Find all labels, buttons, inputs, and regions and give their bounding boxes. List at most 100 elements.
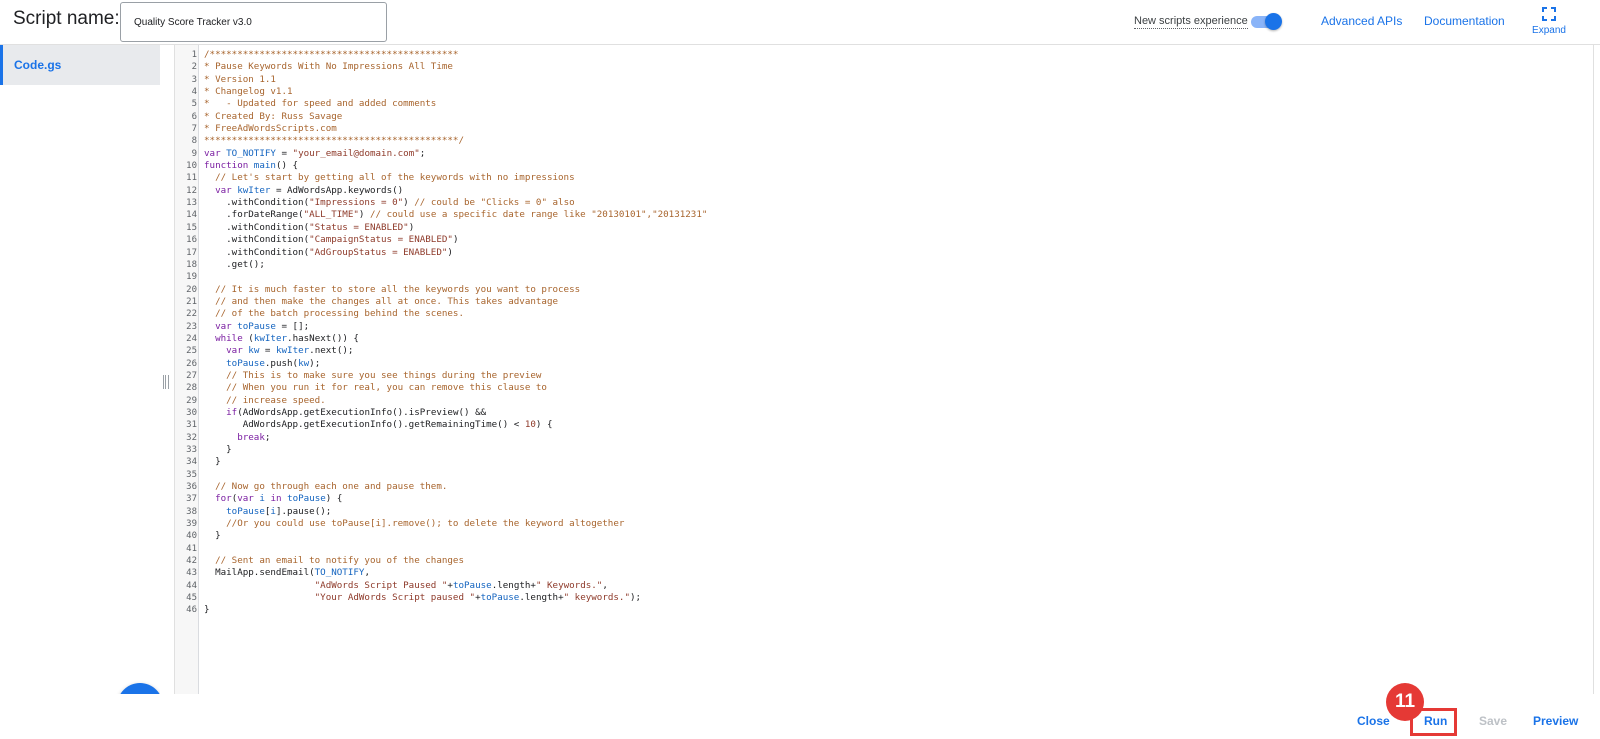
- code-line[interactable]: .withCondition("Status = ENABLED"): [204, 222, 707, 234]
- file-tab-code-gs[interactable]: Code.gs: [0, 45, 160, 85]
- code-token-comment: * Version 1.1: [204, 73, 276, 85]
- code-line[interactable]: .get();: [204, 259, 707, 271]
- code-token-plain: }: [204, 444, 232, 455]
- close-button[interactable]: Close: [1357, 714, 1390, 728]
- code-line[interactable]: [204, 469, 707, 481]
- line-number: 38: [186, 506, 197, 517]
- code-token-keyword: break: [237, 431, 265, 443]
- code-token-plain: .get();: [204, 258, 265, 270]
- panel-splitter[interactable]: [160, 45, 174, 694]
- code-line[interactable]: toPause[i].pause();: [204, 506, 707, 518]
- expand-button[interactable]: Expand: [1528, 7, 1570, 41]
- code-line[interactable]: * Created By: Russ Savage: [204, 111, 707, 123]
- code-line[interactable]: * Changelog v1.1: [204, 86, 707, 98]
- file-sidebar: Code.gs: [0, 45, 163, 729]
- code-line[interactable]: // Sent an email to notify you of the ch…: [204, 555, 707, 567]
- code-token-plain: }: [204, 456, 221, 468]
- code-token-var: toPause: [226, 357, 265, 369]
- code-line[interactable]: if(AdWordsApp.getExecutionInfo().isPrevi…: [204, 407, 707, 419]
- line-number: 19: [186, 272, 197, 283]
- code-line[interactable]: /***************************************…: [204, 49, 707, 61]
- code-line[interactable]: .withCondition("CampaignStatus = ENABLED…: [204, 234, 707, 246]
- line-number: 9: [191, 148, 197, 159]
- code-line[interactable]: // This is to make sure you see things d…: [204, 370, 707, 382]
- code-line[interactable]: // increase speed.: [204, 395, 707, 407]
- code-line[interactable]: toPause.push(kw);: [204, 358, 707, 370]
- code-line[interactable]: .withCondition("AdGroupStatus = ENABLED"…: [204, 247, 707, 259]
- code-line[interactable]: // It is much faster to store all the ke…: [204, 284, 707, 296]
- code-editor[interactable]: 1 2 3 4 5 6 7 8 9 10 11 12 13 14 15 16 17 18 19 20 21 22 23 24 2…: [174, 45, 1594, 699]
- code-token-comment: // Let's start by getting all of the key…: [215, 172, 575, 184]
- code-token-comment: * Pause Keywords With No Impressions All…: [204, 61, 453, 73]
- code-line[interactable]: AdWordsApp.getExecutionInfo().getRemaini…: [204, 419, 707, 431]
- code-token-plain: ;: [419, 147, 426, 159]
- line-number: 43: [186, 568, 197, 579]
- line-number: 2: [191, 62, 197, 73]
- drag-handle-icon[interactable]: [163, 375, 169, 389]
- code-line[interactable]: function main() {: [204, 160, 707, 172]
- line-number: 31: [186, 420, 197, 431]
- code-line[interactable]: var TO_NOTIFY = "your_email@domain.com";: [204, 148, 707, 160]
- code-line[interactable]: // Let's start by getting all of the key…: [204, 172, 707, 184]
- code-token-string: 10: [524, 419, 536, 431]
- documentation-link[interactable]: Documentation: [1424, 14, 1505, 28]
- code-token-string: "AdWords Script Paused ": [314, 579, 448, 591]
- expand-label: Expand: [1532, 25, 1566, 36]
- code-line[interactable]: [204, 543, 707, 555]
- line-number: 20: [186, 284, 197, 295]
- code-line[interactable]: //Or you could use toPause[i].remove(); …: [204, 518, 707, 530]
- code-line[interactable]: MailApp.sendEmail(TO_NOTIFY,: [204, 567, 707, 579]
- code-line[interactable]: * FreeAdWordsScripts.com: [204, 123, 707, 135]
- line-number: 17: [186, 247, 197, 258]
- code-line[interactable]: .forDateRange("ALL_TIME") // could use a…: [204, 209, 707, 221]
- code-line[interactable]: * - Updated for speed and added comments: [204, 98, 707, 110]
- code-line[interactable]: * Pause Keywords With No Impressions All…: [204, 61, 707, 73]
- code-line[interactable]: for(var i in toPause) {: [204, 493, 707, 505]
- code-token-plain: = [];: [275, 320, 310, 332]
- code-line[interactable]: }: [204, 456, 707, 468]
- code-line[interactable]: }: [204, 604, 707, 616]
- preview-button[interactable]: Preview: [1533, 714, 1578, 728]
- code-token-plain: AdWordsApp.getExecutionInfo().getRemaini…: [204, 419, 525, 431]
- line-number: 21: [186, 296, 197, 307]
- code-area[interactable]: /***************************************…: [204, 49, 707, 617]
- code-token-plain: () {: [275, 160, 299, 172]
- footer-bar: Close Run Save Preview: [0, 694, 1600, 739]
- code-line[interactable]: }: [204, 530, 707, 542]
- new-scripts-experience-toggle[interactable]: [1251, 13, 1282, 30]
- code-token-plain: ,: [602, 579, 608, 591]
- code-line[interactable]: "AdWords Script Paused "+toPause.length+…: [204, 580, 707, 592]
- save-button: Save: [1479, 714, 1508, 728]
- script-name-input[interactable]: [120, 2, 387, 42]
- code-line[interactable]: // When you run it for real, you can rem…: [204, 382, 707, 394]
- code-line[interactable]: // and then make the changes all at once…: [204, 296, 707, 308]
- code-line[interactable]: [204, 271, 707, 283]
- code-token-keyword: var: [215, 320, 238, 332]
- code-line[interactable]: .withCondition("Impressions = 0") // cou…: [204, 197, 707, 209]
- code-line[interactable]: break;: [204, 432, 707, 444]
- code-token-var: kw: [248, 345, 260, 357]
- code-line[interactable]: * Version 1.1: [204, 74, 707, 86]
- code-token-keyword: in: [264, 493, 288, 505]
- code-line[interactable]: ****************************************…: [204, 135, 707, 147]
- code-line[interactable]: // of the batch processing behind the sc…: [204, 308, 707, 320]
- advanced-apis-link[interactable]: Advanced APIs: [1321, 14, 1402, 28]
- code-line[interactable]: var toPause = [];: [204, 321, 707, 333]
- code-token-plain: ): [447, 246, 453, 258]
- code-line[interactable]: // Now go through each one and pause the…: [204, 481, 707, 493]
- code-line[interactable]: var kw = kwIter.next();: [204, 345, 707, 357]
- code-line[interactable]: }: [204, 444, 707, 456]
- code-token-string: "Status = ENABLED": [309, 221, 409, 233]
- line-number: 4: [191, 87, 197, 98]
- code-line[interactable]: var kwIter = AdWordsApp.keywords(): [204, 185, 707, 197]
- step-number-badge: 11: [1386, 683, 1424, 721]
- code-line[interactable]: "Your AdWords Script paused "+toPause.le…: [204, 592, 707, 604]
- code-token-comment: // could use a specific date range like …: [369, 209, 708, 221]
- code-line[interactable]: while (kwIter.hasNext()) {: [204, 333, 707, 345]
- code-token-plain: );: [630, 592, 642, 604]
- new-scripts-experience-label: New scripts experience: [1134, 15, 1248, 29]
- code-token-plain: }: [204, 530, 221, 542]
